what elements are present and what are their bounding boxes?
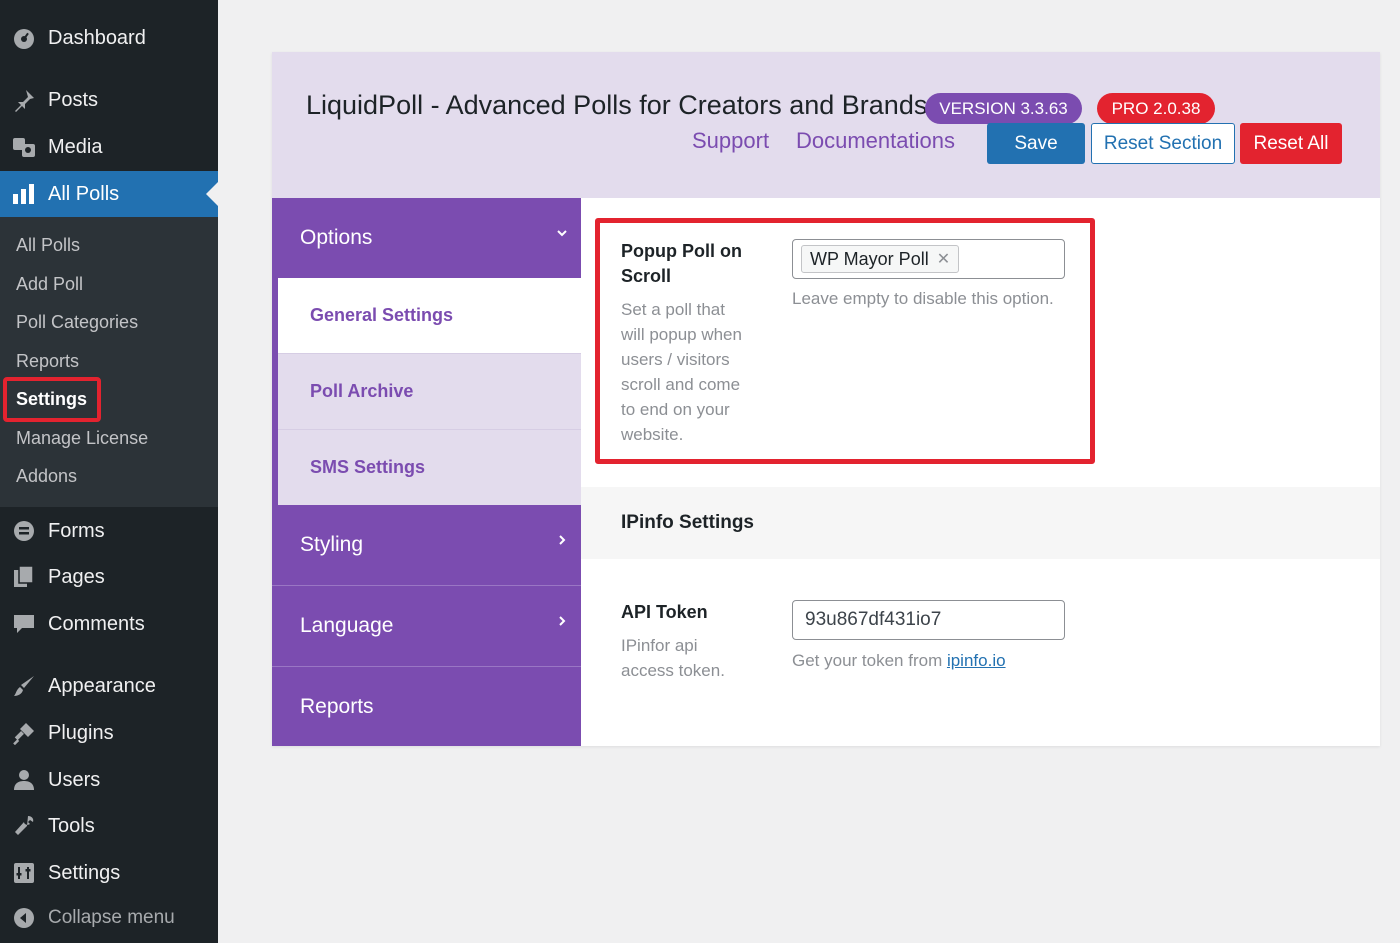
api-token-help-text: Get your token from: [792, 651, 947, 670]
comment-icon: [11, 611, 37, 637]
menu-tools[interactable]: Tools: [0, 803, 218, 849]
menu-pages-label: Pages: [48, 565, 105, 588]
reset-all-button[interactable]: Reset All: [1240, 123, 1342, 164]
menu-tools-label: Tools: [48, 814, 95, 837]
remove-tag-icon[interactable]: ✕: [937, 249, 950, 269]
plugin-title: LiquidPoll - Advanced Polls for Creators…: [306, 90, 928, 120]
menu-settings[interactable]: Settings: [0, 850, 218, 896]
nav-poll-archive[interactable]: Poll Archive: [278, 354, 581, 429]
selected-poll-tag-label: WP Mayor Poll: [810, 248, 929, 269]
api-token-description: IPinfor api: [621, 636, 698, 655]
reset-section-button[interactable]: Reset Section: [1091, 123, 1235, 164]
collapse-icon: [11, 905, 37, 931]
chevron-down-icon: [555, 226, 569, 245]
submenu-addons[interactable]: Addons: [16, 464, 77, 488]
popup-poll-select[interactable]: WP Mayor Poll ✕: [792, 239, 1065, 279]
popup-poll-description: users / visitors: [621, 350, 730, 369]
submenu-poll-categories[interactable]: Poll Categories: [16, 310, 138, 334]
ipinfo-section-title: IPinfo Settings: [621, 512, 754, 533]
brush-icon: [11, 673, 37, 699]
ipinfo-link[interactable]: ipinfo.io: [947, 651, 1006, 670]
popup-poll-description: scroll and come: [621, 375, 741, 394]
pin-icon: [11, 87, 37, 113]
menu-forms-label: Forms: [48, 519, 105, 542]
pro-version-badge: PRO 2.0.38: [1097, 93, 1215, 124]
plugin-icon: [11, 720, 37, 746]
submenu-reports[interactable]: Reports: [16, 349, 79, 373]
settings-icon: [11, 860, 37, 886]
user-icon: [11, 767, 37, 793]
dashboard-icon: [11, 25, 37, 51]
menu-plugins[interactable]: Plugins: [0, 710, 218, 756]
api-token-description: access token.: [621, 661, 725, 680]
api-token-help: Get your token from ipinfo.io: [792, 651, 1006, 671]
media-icon: [11, 134, 37, 160]
popup-poll-description: website.: [621, 425, 684, 444]
bar-chart-icon: [11, 181, 37, 207]
popup-poll-help: Leave empty to disable this option.: [792, 289, 1054, 308]
selected-poll-tag[interactable]: WP Mayor Poll ✕: [801, 245, 960, 273]
settings-highlight-box: [3, 377, 101, 422]
support-link[interactable]: Support: [692, 128, 769, 154]
menu-dashboard[interactable]: Dashboard: [0, 15, 218, 61]
api-token-input[interactable]: 93u867df431io7: [792, 600, 1065, 640]
admin-sidebar: Dashboard Posts Media All Polls All Poll…: [0, 0, 218, 943]
forms-icon: [11, 518, 37, 544]
menu-all-polls[interactable]: All Polls: [0, 171, 218, 217]
menu-media-label: Media: [48, 135, 103, 158]
menu-users-label: Users: [48, 768, 101, 791]
menu-media[interactable]: Media: [0, 124, 218, 170]
panel-header: LiquidPoll - Advanced Polls for Creators…: [272, 52, 1380, 198]
menu-forms[interactable]: Forms: [0, 508, 218, 554]
settings-nav: Options General Settings Poll Archive SM…: [272, 198, 581, 746]
submenu-all-polls[interactable]: All Polls: [16, 233, 80, 257]
popup-poll-label: Popup Poll on: [621, 241, 742, 261]
menu-dashboard-label: Dashboard: [48, 26, 146, 49]
pages-icon: [11, 564, 37, 590]
menu-appearance-label: Appearance: [48, 674, 156, 697]
menu-pages[interactable]: Pages: [0, 554, 218, 600]
ipinfo-section-header: IPinfo Settings: [581, 487, 1380, 559]
popup-poll-description: will popup when: [621, 325, 742, 344]
popup-poll-description: Set a poll that: [621, 300, 725, 319]
menu-plugins-label: Plugins: [48, 721, 114, 744]
nav-sms-settings[interactable]: SMS Settings: [278, 430, 581, 505]
api-token-label: API Token: [621, 602, 708, 622]
submenu-add-poll[interactable]: Add Poll: [16, 272, 83, 296]
popup-poll-label-line2: Scroll: [621, 266, 672, 286]
menu-all-polls-label: All Polls: [48, 182, 120, 205]
menu-posts[interactable]: Posts: [0, 77, 218, 123]
nav-reports[interactable]: Reports: [272, 667, 581, 746]
wrench-icon: [11, 813, 37, 839]
settings-panel: LiquidPoll - Advanced Polls for Creators…: [272, 52, 1380, 746]
settings-content: Popup Poll on Scroll Set a poll that wil…: [581, 198, 1380, 746]
menu-comments-label: Comments: [48, 612, 145, 635]
menu-posts-label: Posts: [48, 88, 99, 111]
collapse-menu-label: Collapse menu: [48, 907, 175, 928]
documentation-link[interactable]: Documentations: [796, 128, 955, 154]
save-button[interactable]: Save: [987, 123, 1085, 164]
nav-options[interactable]: Options: [272, 198, 581, 278]
polls-submenu: All Polls Add Poll Poll Categories Repor…: [0, 217, 218, 507]
api-token-value: 93u867df431io7: [805, 609, 942, 630]
nav-language-label: Language: [300, 614, 394, 637]
nav-styling-label: Styling: [300, 533, 364, 556]
menu-comments[interactable]: Comments: [0, 601, 218, 647]
nav-options-label: Options: [300, 226, 373, 249]
menu-settings-label: Settings: [48, 861, 121, 884]
nav-styling[interactable]: Styling: [272, 505, 581, 585]
collapse-menu[interactable]: Collapse menu: [0, 895, 218, 941]
nav-general-settings[interactable]: General Settings: [278, 278, 581, 353]
chevron-right-icon: [555, 614, 569, 633]
popup-poll-description: to end on your: [621, 400, 730, 419]
menu-users[interactable]: Users: [0, 757, 218, 803]
version-badge: VERSION 3.3.63: [925, 93, 1082, 124]
submenu-manage-license[interactable]: Manage License: [16, 426, 148, 450]
nav-reports-label: Reports: [300, 694, 374, 718]
menu-appearance[interactable]: Appearance: [0, 663, 218, 709]
nav-language[interactable]: Language: [272, 586, 581, 666]
chevron-right-icon: [555, 533, 569, 552]
